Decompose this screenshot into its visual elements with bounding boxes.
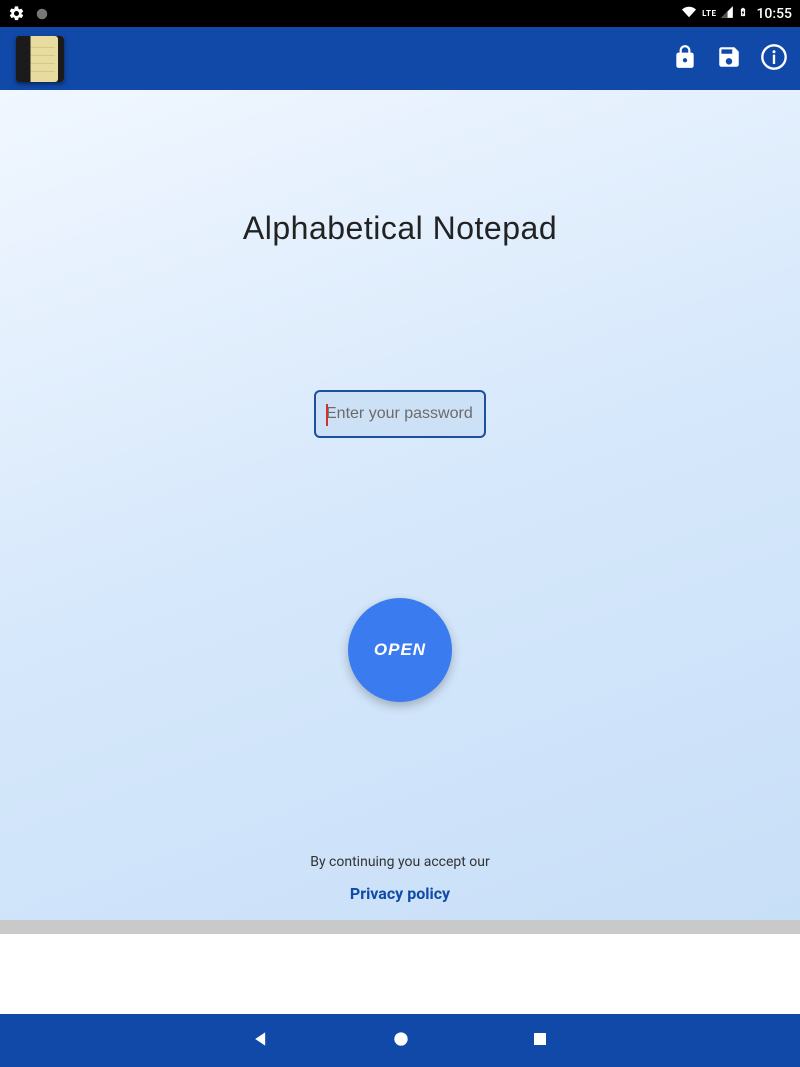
divider-strip — [0, 920, 800, 934]
settings-icon — [8, 5, 25, 22]
lock-icon[interactable] — [672, 44, 698, 74]
app-logo-icon — [16, 34, 64, 84]
password-input[interactable] — [326, 405, 474, 423]
main-content: Alphabetical Notepad OPEN By continuing … — [0, 90, 800, 920]
wifi-icon: x — [680, 5, 698, 23]
empty-area — [0, 934, 800, 1014]
info-icon[interactable] — [760, 43, 788, 75]
signal-icon — [720, 5, 734, 23]
nav-back-icon[interactable] — [251, 1029, 271, 1053]
nav-home-icon[interactable] — [391, 1029, 411, 1053]
android-status-bar: x LTE 10:55 — [0, 0, 800, 27]
nav-recent-icon[interactable] — [531, 1030, 549, 1052]
clock-label: 10:55 — [756, 6, 792, 22]
app-bar — [0, 27, 800, 90]
battery-charging-icon — [738, 4, 748, 24]
open-button[interactable]: OPEN — [348, 598, 452, 702]
app-title: Alphabetical Notepad — [243, 210, 557, 247]
android-nav-bar — [0, 1014, 800, 1067]
save-icon[interactable] — [716, 44, 742, 74]
privacy-policy-link[interactable]: Privacy policy — [350, 884, 450, 903]
password-field-wrap[interactable] — [314, 390, 486, 438]
accept-text: By continuing you accept our — [310, 854, 490, 870]
lte-label: LTE — [702, 9, 716, 18]
circle-icon — [35, 7, 49, 21]
text-caret — [326, 404, 328, 426]
